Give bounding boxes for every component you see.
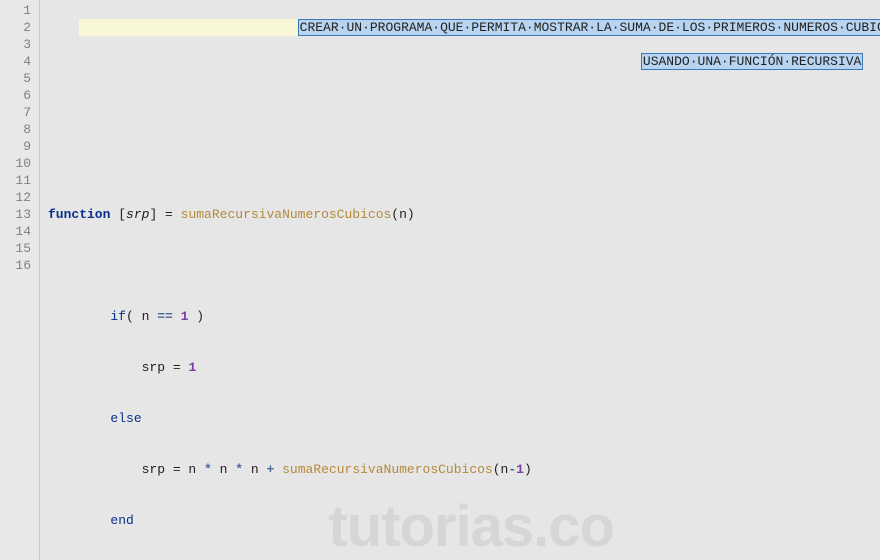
line-number: 16: [0, 257, 39, 274]
code-line: USANDO·UNA·FUNCIÓN·RECURSIVA: [48, 53, 880, 70]
line-number: 4: [0, 53, 39, 70]
line-number: 5: [0, 70, 39, 87]
line-number: 14: [0, 223, 39, 240]
code-line: end: [48, 512, 880, 529]
line-number: 12: [0, 189, 39, 206]
code-line: if( n == 1 ): [48, 308, 880, 325]
line-number: 7: [0, 104, 39, 121]
code-line: function [srp] = sumaRecursivaNumerosCub…: [48, 206, 880, 223]
code-area[interactable]: CREAR·UN·PROGRAMA·QUE·PERMITA·MOSTRAR·LA…: [40, 0, 880, 560]
line-number: 6: [0, 87, 39, 104]
selection: USANDO·UNA·FUNCIÓN·RECURSIVA: [641, 53, 863, 70]
code-line: else: [48, 410, 880, 427]
code-line: [48, 257, 880, 274]
code-line: [48, 155, 880, 172]
code-line: srp = 1: [48, 359, 880, 376]
line-number: 11: [0, 172, 39, 189]
line-number: 15: [0, 240, 39, 257]
line-number: 13: [0, 206, 39, 223]
selection: CREAR·UN·PROGRAMA·QUE·PERMITA·MOSTRAR·LA…: [298, 19, 880, 36]
code-line: srp = n * n * n + sumaRecursivaNumerosCu…: [48, 461, 880, 478]
code-line: CREAR·UN·PROGRAMA·QUE·PERMITA·MOSTRAR·LA…: [79, 19, 880, 36]
line-number-gutter: 12345678910111213141516: [0, 0, 40, 560]
code-editor: 12345678910111213141516 CREAR·UN·PROGRAM…: [0, 0, 880, 560]
line-number: 8: [0, 121, 39, 138]
line-number: 1: [0, 2, 39, 19]
line-number: 2: [0, 19, 39, 36]
line-number: 10: [0, 155, 39, 172]
line-number: 3: [0, 36, 39, 53]
code-line: [48, 104, 880, 121]
line-number: 9: [0, 138, 39, 155]
